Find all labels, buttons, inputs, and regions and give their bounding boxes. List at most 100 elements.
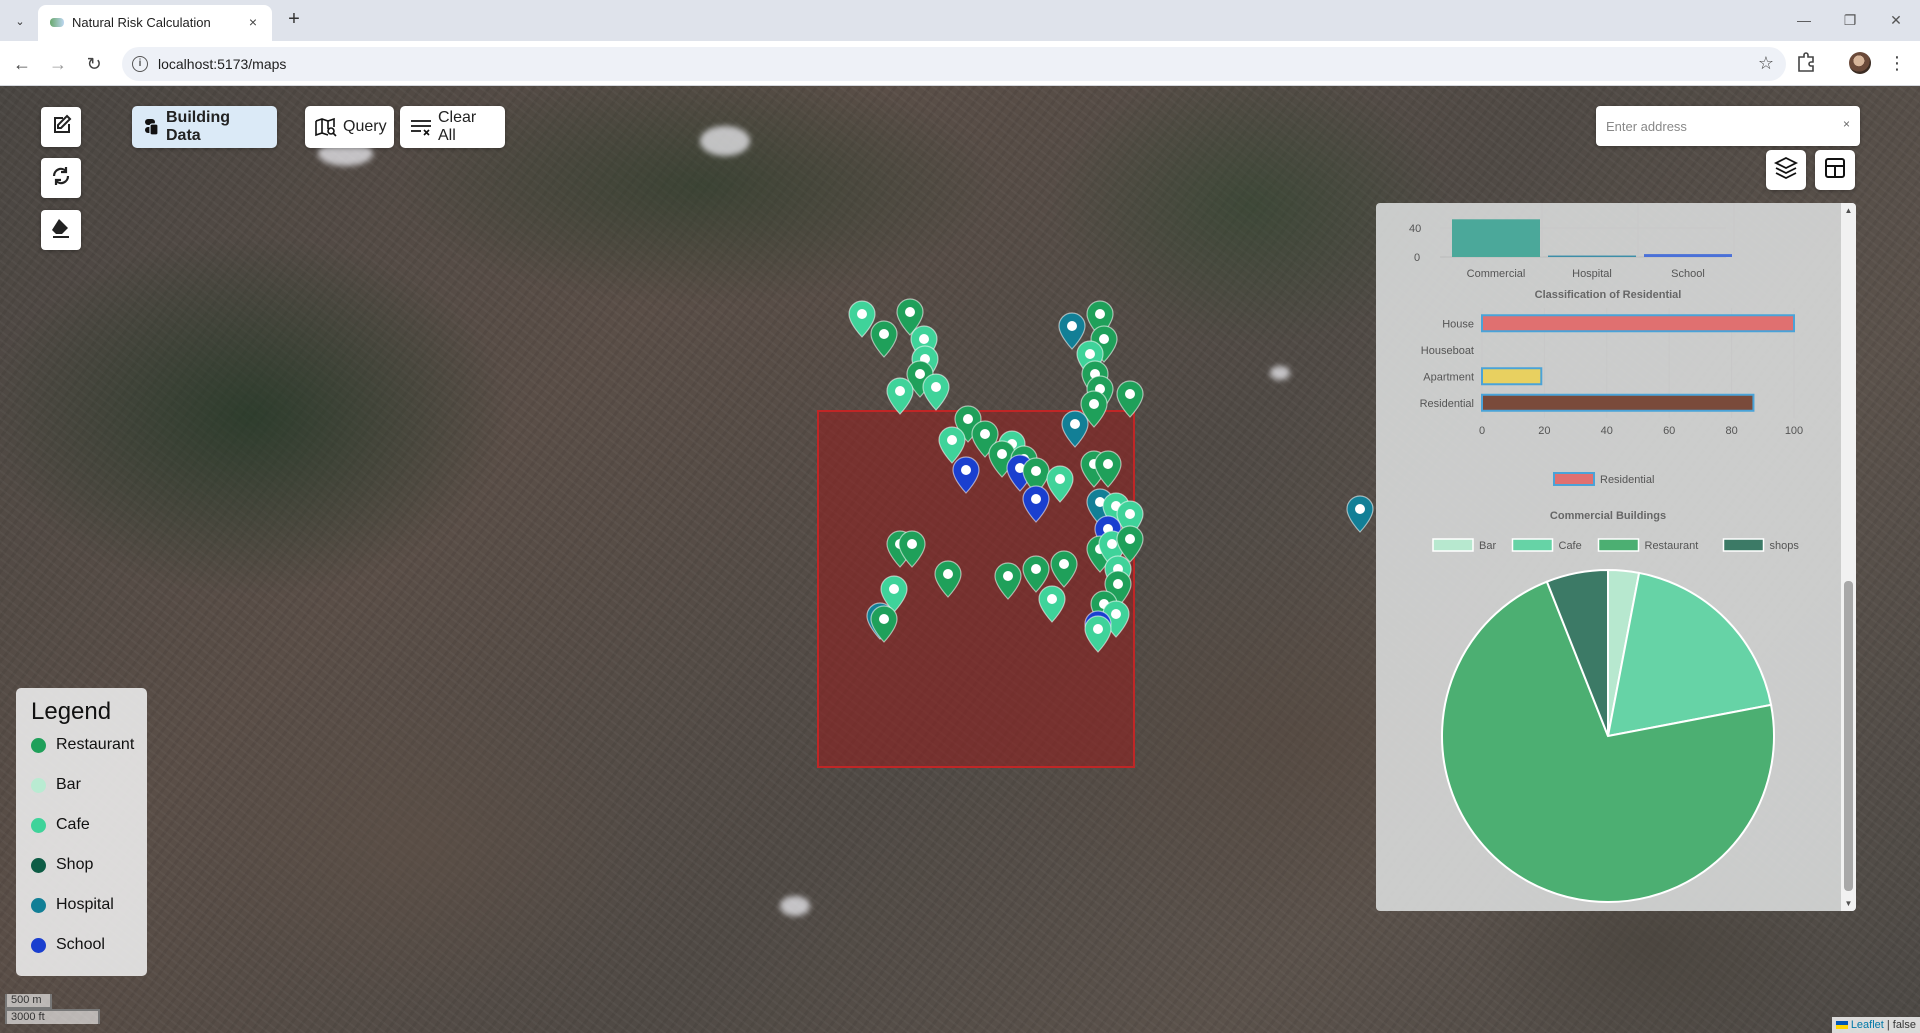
legend-swatch bbox=[1511, 538, 1554, 552]
y-tick-label: House bbox=[1442, 318, 1474, 330]
scroll-down-icon[interactable]: ▼ bbox=[1841, 896, 1856, 911]
map-marker-pin-icon[interactable] bbox=[922, 373, 950, 411]
x-tick-label: Commercial bbox=[1467, 268, 1526, 280]
refresh-icon bbox=[49, 164, 73, 193]
address-input[interactable] bbox=[1606, 116, 1826, 136]
layers-icon bbox=[1773, 155, 1799, 186]
ukraine-flag-icon bbox=[1835, 1021, 1848, 1029]
y-tick-label: Houseboat bbox=[1421, 345, 1474, 357]
legend-swatch bbox=[1597, 538, 1640, 552]
map-marker-pin-icon[interactable] bbox=[994, 562, 1022, 600]
browser-toolbar: ← → ↻ i localhost:5173/maps ☆ bbox=[0, 41, 1920, 86]
map-marker-pin-icon[interactable] bbox=[1050, 550, 1078, 588]
legend-swatch bbox=[1432, 538, 1474, 552]
map-legend: Legend Restaurant Bar Cafe Shop Hospital… bbox=[16, 688, 147, 976]
clear-all-button[interactable]: Clear All bbox=[400, 106, 505, 148]
tab-close-icon[interactable]: × bbox=[244, 13, 262, 31]
map-marker-pin-icon[interactable] bbox=[1046, 465, 1074, 503]
scrollbar-thumb[interactable] bbox=[1844, 581, 1853, 891]
map-cloud bbox=[700, 126, 750, 156]
address-search: × bbox=[1596, 106, 1860, 146]
hospital-dot-icon bbox=[31, 898, 46, 913]
x-tick-label: 60 bbox=[1663, 425, 1675, 437]
school-dot-icon bbox=[31, 938, 46, 953]
map-view[interactable]: Building Data Query Clear All × Legend bbox=[0, 86, 1920, 1033]
minimize-button[interactable]: — bbox=[1789, 8, 1819, 32]
y-tick-label: Residential bbox=[1420, 398, 1474, 410]
refresh-tool-button[interactable] bbox=[41, 158, 81, 198]
map-marker-pin-icon[interactable] bbox=[870, 320, 898, 358]
close-window-button[interactable]: ✕ bbox=[1881, 8, 1911, 32]
x-tick-label: 100 bbox=[1785, 425, 1803, 437]
browser-menu-icon[interactable]: ⋮ bbox=[1888, 51, 1906, 75]
reload-icon[interactable]: ↻ bbox=[81, 51, 107, 77]
y-tick-label: Apartment bbox=[1423, 371, 1474, 383]
y-tick-label: 0 bbox=[1414, 252, 1420, 264]
address-bar[interactable]: i localhost:5173/maps ☆ bbox=[122, 47, 1786, 81]
bar-apartment bbox=[1481, 367, 1543, 386]
map-marker-pin-icon[interactable] bbox=[898, 530, 926, 568]
site-favicon-icon bbox=[50, 18, 64, 27]
legend-item-restaurant: Restaurant bbox=[31, 736, 147, 776]
map-marker-pin-icon[interactable] bbox=[870, 605, 898, 643]
scroll-up-icon[interactable]: ▲ bbox=[1841, 203, 1856, 218]
site-info-icon[interactable]: i bbox=[132, 56, 148, 72]
profile-avatar[interactable] bbox=[1849, 52, 1871, 74]
map-attribution: Leaflet | false bbox=[1831, 1017, 1920, 1033]
forward-icon[interactable]: → bbox=[45, 51, 71, 77]
browser-tab[interactable]: Natural Risk Calculation × bbox=[38, 5, 272, 41]
new-tab-button[interactable]: + bbox=[282, 8, 306, 32]
panel-scrollbar[interactable]: ▲ ▼ bbox=[1841, 203, 1856, 911]
map-marker-pin-icon[interactable] bbox=[1116, 380, 1144, 418]
attribution-text: | false bbox=[1886, 1019, 1916, 1031]
map-marker-pin-icon[interactable] bbox=[886, 377, 914, 415]
y-tick-label: 40 bbox=[1409, 223, 1421, 235]
leaflet-link[interactable]: Leaflet bbox=[1851, 1017, 1884, 1033]
bar-house bbox=[1481, 314, 1795, 333]
legend-label: Bar bbox=[1479, 540, 1496, 552]
address-clear-icon[interactable]: × bbox=[1843, 117, 1850, 131]
map-marker-pin-icon[interactable] bbox=[1346, 495, 1374, 533]
bookmark-star-icon[interactable]: ☆ bbox=[1758, 53, 1774, 74]
x-tick-label: 0 bbox=[1479, 425, 1485, 437]
bar-hospital bbox=[1548, 255, 1636, 257]
layers-button[interactable] bbox=[1766, 150, 1806, 190]
map-search-icon bbox=[315, 117, 337, 137]
tab-search-icon[interactable]: ⌄ bbox=[10, 11, 30, 31]
query-button[interactable]: Query bbox=[305, 106, 394, 148]
eraser-icon bbox=[49, 216, 73, 245]
x-tick-label: Hospital bbox=[1572, 268, 1612, 280]
legend-item-cafe: Cafe bbox=[31, 816, 147, 856]
map-marker-pin-icon[interactable] bbox=[1084, 615, 1112, 653]
erase-tool-button[interactable] bbox=[41, 210, 81, 250]
shop-dot-icon bbox=[31, 858, 46, 873]
legend-title: Legend bbox=[31, 698, 112, 725]
map-marker-pin-icon[interactable] bbox=[1022, 485, 1050, 523]
legend-label: Restaurant bbox=[1645, 540, 1699, 552]
extensions-icon[interactable] bbox=[1795, 51, 1817, 73]
building-data-icon bbox=[142, 118, 160, 136]
map-marker-pin-icon[interactable] bbox=[1038, 585, 1066, 623]
map-marker-pin-icon[interactable] bbox=[1094, 450, 1122, 488]
restore-button[interactable]: ❐ bbox=[1835, 8, 1865, 32]
chart-title: Commercial Buildings bbox=[1550, 510, 1666, 522]
map-marker-pin-icon[interactable] bbox=[934, 560, 962, 598]
legend-label: Cafe bbox=[1559, 540, 1582, 552]
statistics-charts: 40 0 Commercial Hospital School Classificatio… bbox=[1409, 203, 1803, 903]
map-marker-pin-icon[interactable] bbox=[1061, 410, 1089, 448]
map-cloud bbox=[1270, 366, 1290, 380]
legend-label: Restaurant bbox=[56, 736, 135, 753]
legend-label: Shop bbox=[56, 856, 94, 873]
browser-tab-strip: ⌄ Natural Risk Calculation × + — ❐ ✕ bbox=[0, 0, 1920, 41]
url-text[interactable]: localhost:5173/maps bbox=[158, 56, 286, 72]
map-marker-pin-icon[interactable] bbox=[952, 456, 980, 494]
edit-icon bbox=[49, 113, 73, 142]
back-icon[interactable]: ← bbox=[9, 51, 35, 77]
building-data-button[interactable]: Building Data bbox=[132, 106, 277, 148]
layout-toggle-button[interactable] bbox=[1815, 150, 1855, 190]
clear-all-label: Clear All bbox=[438, 109, 477, 144]
legend-label: Hospital bbox=[56, 896, 114, 913]
draw-tool-button[interactable] bbox=[41, 107, 81, 147]
legend-label: Cafe bbox=[56, 816, 90, 833]
statistics-panel[interactable]: 40 0 Commercial Hospital School Classificatio… bbox=[1376, 203, 1856, 911]
